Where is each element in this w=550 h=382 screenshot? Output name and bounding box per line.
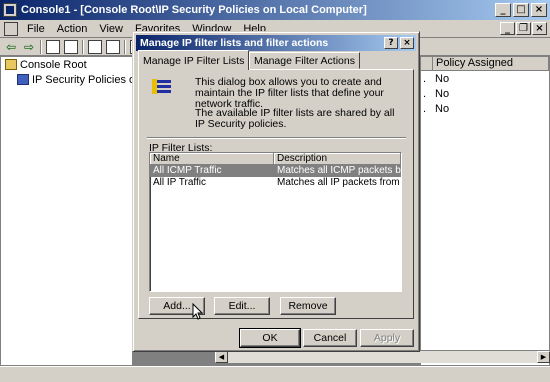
tree-node-console-root[interactable]: Console Root	[1, 57, 132, 72]
dialog-title: Manage IP filter lists and filter action…	[140, 37, 329, 49]
tab-manage-filter-actions[interactable]: Manage Filter Actions	[249, 52, 360, 69]
mdi-restore-button[interactable]: ❐	[516, 22, 531, 35]
results-pane: Policy Assigned . No . No . No	[420, 56, 550, 366]
manage-ip-filter-dialog: Manage IP filter lists and filter action…	[132, 31, 420, 352]
button-label: Remove	[288, 300, 328, 312]
window-titlebar[interactable]: Console1 - [Console Root\IP Security Pol…	[0, 0, 550, 20]
up-one-level-icon[interactable]	[46, 39, 60, 54]
policy-assigned-value: No	[435, 102, 450, 115]
tree-node-ip-security-policies[interactable]: IP Security Policies on Local C	[1, 72, 182, 87]
dialog-intro-text: This dialog box allows you to create and…	[195, 76, 384, 110]
results-row[interactable]: . No	[421, 86, 549, 101]
remove-button[interactable]: Remove	[280, 297, 336, 315]
mouse-pointer-icon	[192, 303, 204, 320]
show-hide-tree-icon[interactable]	[64, 39, 78, 54]
ok-button[interactable]: OK	[239, 328, 301, 348]
export-list-icon[interactable]	[106, 39, 120, 54]
list-header: Name Description	[150, 153, 401, 165]
ip-filter-list-view[interactable]: Name Description All ICMP Traffic Matche…	[149, 152, 402, 292]
filter-list-icon	[152, 78, 171, 100]
column-header-spacer[interactable]	[421, 57, 433, 70]
column-header-description[interactable]: Description	[274, 153, 401, 165]
maximize-button[interactable]: □	[513, 3, 529, 17]
dialog-close-button[interactable]: ×	[400, 37, 414, 49]
toolbar-separator	[82, 39, 84, 54]
tab-label: Manage Filter Actions	[254, 54, 355, 67]
window-title: Console1 - [Console Root\IP Security Pol…	[21, 4, 367, 16]
button-label: Add...	[163, 300, 191, 312]
list-item[interactable]: All ICMP Traffic Matches all ICMP packet…	[150, 165, 401, 177]
menu-view[interactable]: View	[93, 23, 129, 35]
help-button[interactable]: ?	[384, 37, 398, 49]
dialog-titlebar[interactable]: Manage IP filter lists and filter action…	[136, 35, 416, 51]
list-item[interactable]: All IP Traffic Matches all IP packets fr…	[150, 177, 401, 189]
results-row-truncated: .	[423, 87, 427, 100]
results-row-truncated: .	[423, 102, 427, 115]
tab-manage-ip-filter-lists[interactable]: Manage IP Filter Lists	[138, 50, 250, 70]
filter-name: All IP Traffic	[153, 177, 206, 188]
ip-security-policy-icon	[17, 74, 29, 85]
apply-button[interactable]: Apply	[360, 329, 414, 347]
column-header-policy-assigned[interactable]: Policy Assigned	[433, 57, 549, 70]
toolbar-separator	[124, 39, 126, 54]
menu-action[interactable]: Action	[51, 23, 94, 35]
folder-icon	[5, 59, 17, 70]
dialog-intro-text: The available IP filter lists are shared…	[195, 107, 395, 130]
refresh-icon[interactable]	[88, 39, 102, 54]
divider	[147, 137, 406, 139]
scroll-left-icon[interactable]: ◀	[215, 351, 228, 363]
results-row[interactable]: . No	[421, 101, 549, 116]
button-label: Edit...	[228, 300, 256, 312]
filter-description: Matches all IP packets from this ...	[277, 177, 401, 188]
results-row[interactable]: . No	[421, 71, 549, 86]
column-header-name[interactable]: Name	[150, 153, 274, 165]
policy-assigned-value: No	[435, 87, 450, 100]
button-label: Cancel	[313, 332, 347, 344]
menu-file[interactable]: File	[21, 23, 51, 35]
mmc-app-icon[interactable]	[3, 3, 17, 17]
policy-assigned-value: No	[435, 72, 450, 85]
filter-description: Matches all ICMP packets betw...	[277, 165, 401, 176]
cancel-button[interactable]: Cancel	[303, 329, 357, 347]
tab-label: Manage IP Filter Lists	[143, 54, 245, 67]
results-row-truncated: .	[423, 72, 427, 85]
minimize-button[interactable]: _	[495, 3, 511, 17]
tree-node-label: Console Root	[20, 58, 87, 71]
toolbar-separator	[40, 39, 42, 54]
console-tree: Console Root IP Security Policies on Loc…	[0, 56, 182, 366]
close-button[interactable]: ×	[531, 3, 547, 17]
mdi-minimize-button[interactable]: _	[500, 22, 515, 35]
button-label: Apply	[373, 332, 401, 344]
forward-arrow-icon[interactable]: ⇨	[22, 40, 36, 54]
edit-button[interactable]: Edit...	[214, 297, 270, 315]
filter-name: All ICMP Traffic	[153, 165, 222, 176]
button-label: OK	[262, 332, 278, 344]
status-bar	[0, 366, 550, 382]
scroll-right-icon[interactable]: ▶	[537, 351, 550, 363]
document-icon[interactable]	[4, 21, 18, 36]
back-arrow-icon[interactable]: ⇦	[4, 40, 18, 54]
mdi-close-button[interactable]: ×	[532, 22, 547, 35]
results-header: Policy Assigned	[421, 57, 549, 71]
